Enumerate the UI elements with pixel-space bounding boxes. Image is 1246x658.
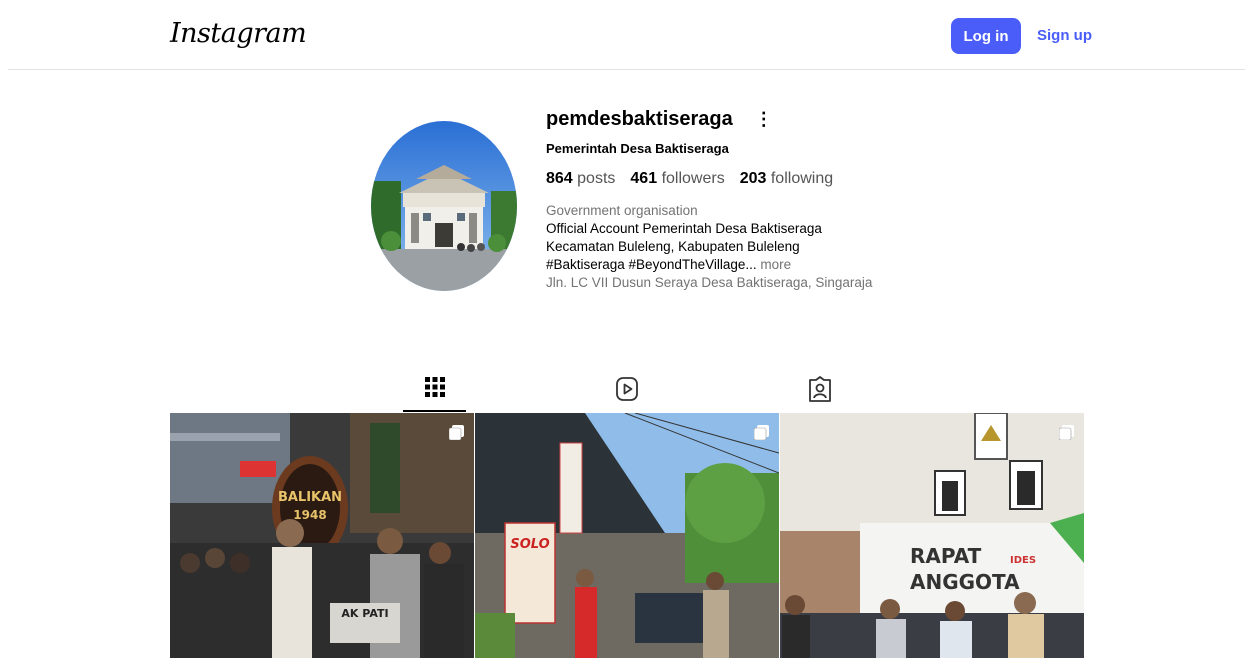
logo-text: IDES [1010, 555, 1036, 566]
grid-icon [424, 377, 445, 397]
profile-info: pemdesbaktiseraga ⋮ Pemerintah Desa Bakt… [546, 106, 966, 292]
banner-text: RAPAT [910, 544, 982, 568]
profile-address: Jln. LC VII Dusun Seraya Desa Baktiserag… [546, 275, 873, 290]
bio-line-with-more: #Baktiseraga #BeyondTheVillage... more [546, 256, 966, 274]
login-button[interactable]: Log in [951, 18, 1021, 54]
profile-avatar[interactable] [371, 121, 517, 291]
top-navbar: Instagram Log in Sign up [8, 0, 1245, 70]
banner-text: AK PATI [341, 607, 388, 620]
signup-link[interactable]: Sign up [1037, 27, 1092, 44]
followers-count: 461 [630, 170, 658, 187]
reels-icon [615, 377, 638, 401]
profile-full-name: Pemerintah Desa Baktiseraga [546, 141, 729, 156]
posts-label: posts [577, 170, 616, 187]
sign-text: 1948 [293, 508, 326, 522]
post-photo-meeting: RAPAT ANGGOTA IDES [780, 413, 1084, 658]
followers-label: followers [661, 170, 725, 187]
following-stat[interactable]: 203 following [740, 170, 833, 188]
tagged-icon [808, 376, 831, 402]
carousel-icon [1059, 425, 1074, 440]
more-options-icon[interactable]: ⋮ [755, 110, 773, 128]
instagram-logo[interactable]: Instagram [170, 18, 307, 49]
sign-text: BALIKAN [278, 490, 342, 505]
sign-text: SOLO [510, 537, 549, 552]
profile-stats: 864 posts 461 followers 203 following [546, 170, 966, 188]
post-thumbnail[interactable]: SOLO [475, 413, 779, 658]
following-count: 203 [739, 170, 767, 187]
avatar-building-photo [371, 121, 517, 291]
banner-text: ANGGOTA [910, 570, 1020, 594]
bio-line: Official Account Pemerintah Desa Baktise… [546, 221, 822, 236]
post-photo-procession: BALIKAN 1948 AK PATI [170, 413, 474, 658]
bio-line: Kecamatan Buleleng, Kabupaten Buleleng [546, 239, 800, 254]
posts-stat: 864 posts [546, 170, 615, 188]
posts-count: 864 [546, 170, 573, 187]
posts-grid: BALIKAN 1948 AK PATI SOLO RAPAT ANGGOTA … [170, 413, 1084, 658]
profile-category: Government organisation [546, 203, 698, 218]
username-row: pemdesbaktiseraga ⋮ [546, 106, 966, 132]
tab-posts[interactable] [403, 364, 466, 412]
post-thumbnail[interactable]: BALIKAN 1948 AK PATI [170, 413, 474, 658]
post-thumbnail[interactable]: RAPAT ANGGOTA IDES [780, 413, 1084, 658]
post-photo-street: SOLO [475, 413, 779, 658]
bio-more-link[interactable]: more [757, 257, 791, 272]
tab-reels[interactable] [595, 366, 658, 412]
profile-username: pemdesbaktiseraga [546, 107, 733, 130]
bio-hashtags[interactable]: #Baktiseraga #BeyondTheVillage... [546, 257, 757, 272]
carousel-icon [754, 425, 769, 440]
carousel-icon [449, 425, 464, 440]
following-label: following [770, 170, 834, 187]
tab-tagged[interactable] [788, 366, 851, 412]
followers-stat[interactable]: 461 followers [630, 170, 724, 188]
